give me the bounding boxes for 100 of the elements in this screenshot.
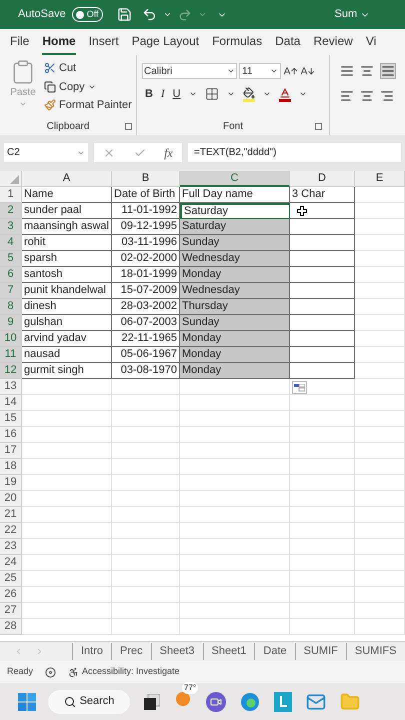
row-header[interactable]: 18 — [0, 459, 22, 475]
sheet-tab[interactable]: Prec — [111, 643, 151, 660]
sheet-tab[interactable]: Intro — [72, 643, 112, 660]
insert-function-button[interactable]: fx — [164, 144, 173, 162]
bold-button[interactable]: B — [145, 86, 153, 102]
quick-analysis-icon[interactable] — [292, 381, 307, 394]
row-header[interactable]: 19 — [0, 475, 22, 491]
sheet-tab[interactable]: SUMIF — [294, 643, 346, 660]
format-painter-button[interactable]: Format Painter — [44, 97, 132, 114]
font-family-field[interactable]: Calibri — [142, 63, 237, 79]
search-icon — [64, 696, 76, 708]
row-header[interactable]: 25 — [0, 571, 22, 587]
column-header[interactable]: D — [290, 171, 355, 187]
ribbon-tab[interactable]: Vi — [366, 32, 376, 55]
align-left-icon[interactable] — [340, 89, 354, 103]
table-cell: santosh — [22, 267, 112, 283]
row-header[interactable]: 28 — [0, 619, 22, 635]
row-header[interactable]: 12 — [0, 363, 22, 379]
search-bar[interactable]: Search — [48, 690, 130, 714]
row-header[interactable]: 24 — [0, 555, 22, 571]
row-header[interactable]: 7 — [0, 283, 22, 299]
save-icon[interactable] — [116, 7, 132, 22]
video-chat-icon[interactable] — [206, 692, 226, 712]
table-cell — [355, 299, 405, 315]
table-cell — [355, 603, 405, 619]
font-size-field[interactable]: 11 — [239, 63, 281, 79]
launcher-icon[interactable] — [125, 122, 132, 130]
row-header[interactable]: 8 — [0, 299, 22, 315]
align-center-icon[interactable] — [360, 89, 374, 103]
table-cell — [290, 283, 355, 299]
table-cell — [290, 571, 355, 587]
table-cell — [290, 539, 355, 555]
cut-button[interactable]: Cut — [44, 60, 132, 76]
app-icon[interactable] — [274, 692, 292, 712]
browser-icon[interactable] — [240, 692, 260, 712]
row-header[interactable]: 1 — [0, 187, 22, 203]
table-cell — [290, 523, 355, 539]
row-header[interactable]: 5 — [0, 251, 22, 267]
ribbon-tab[interactable]: File — [10, 32, 30, 55]
column-header[interactable]: A — [22, 171, 112, 187]
row-header[interactable]: 16 — [0, 427, 22, 443]
cursor-icon[interactable] — [297, 206, 307, 216]
row-header[interactable]: 17 — [0, 443, 22, 459]
sheet-tab[interactable]: Date — [254, 643, 295, 660]
row-header[interactable]: 22 — [0, 523, 22, 539]
table-cell — [290, 347, 355, 363]
table-cell — [112, 459, 180, 475]
ribbon-tab[interactable]: Insert — [88, 32, 119, 55]
ribbon-tab[interactable]: Review — [313, 32, 353, 55]
row-header[interactable]: 9 — [0, 315, 22, 331]
start-icon[interactable] — [18, 692, 36, 710]
ribbon-tab[interactable]: Formulas — [212, 32, 262, 55]
mail-icon[interactable] — [306, 692, 326, 712]
autosave-label: AutoSave — [18, 7, 66, 22]
row-header[interactable]: 6 — [0, 267, 22, 283]
underline-button[interactable]: U — [172, 86, 181, 102]
table-cell — [355, 427, 405, 443]
row-header[interactable]: 3 — [0, 219, 22, 235]
sheet-tab[interactable]: SUMIFS — [346, 643, 404, 660]
borders-icon[interactable] — [204, 87, 219, 102]
italic-button[interactable]: I — [160, 86, 165, 102]
macro-record-icon[interactable] — [45, 666, 56, 678]
name-box[interactable]: C2 — [4, 143, 88, 162]
formula-field[interactable]: =TEXT(B2,"dddd") — [188, 143, 401, 162]
ribbon-tab[interactable]: Data — [275, 32, 300, 55]
autosave-toggle[interactable]: Off — [72, 7, 103, 22]
task-view-icon[interactable] — [144, 694, 160, 710]
row-header[interactable]: 13 — [0, 379, 22, 395]
table-cell — [290, 443, 355, 459]
sheet-tab[interactable]: Sheet1 — [202, 643, 254, 660]
row-header[interactable]: 10 — [0, 331, 22, 347]
row-header[interactable]: 27 — [0, 603, 22, 619]
accessibility-status[interactable]: Accessibility: Investigate — [68, 665, 180, 679]
fill-color-icon[interactable] — [242, 86, 255, 102]
status-text: Ready — [7, 665, 34, 678]
column-header[interactable]: E — [355, 171, 405, 187]
align-bottom-icon[interactable] — [380, 63, 396, 79]
undo-icon[interactable] — [142, 7, 157, 22]
column-header[interactable]: C — [180, 171, 290, 187]
launcher-icon[interactable] — [315, 122, 322, 130]
row-header[interactable]: 14 — [0, 395, 22, 411]
row-header[interactable]: 2 — [0, 203, 22, 219]
row-header[interactable]: 4 — [0, 235, 22, 251]
row-header[interactable]: 23 — [0, 539, 22, 555]
caret-icon — [227, 67, 235, 75]
dropdown-icon[interactable] — [162, 10, 172, 19]
row-header[interactable]: 11 — [0, 347, 22, 363]
row-header[interactable]: 26 — [0, 587, 22, 603]
sheet-tab[interactable]: Sheet3 — [150, 643, 203, 660]
row-header[interactable]: 15 — [0, 411, 22, 427]
table-cell — [355, 555, 405, 571]
font-color-icon[interactable] — [278, 86, 291, 102]
align-right-icon[interactable] — [380, 89, 394, 103]
row-header[interactable]: 21 — [0, 507, 22, 523]
row-header[interactable]: 20 — [0, 491, 22, 507]
file-title[interactable]: Sum — [334, 6, 370, 23]
table-cell — [355, 411, 405, 427]
table-cell — [355, 363, 405, 379]
ribbon-tab[interactable]: Page Layout — [132, 32, 200, 55]
copy-button[interactable]: Copy — [44, 78, 132, 95]
